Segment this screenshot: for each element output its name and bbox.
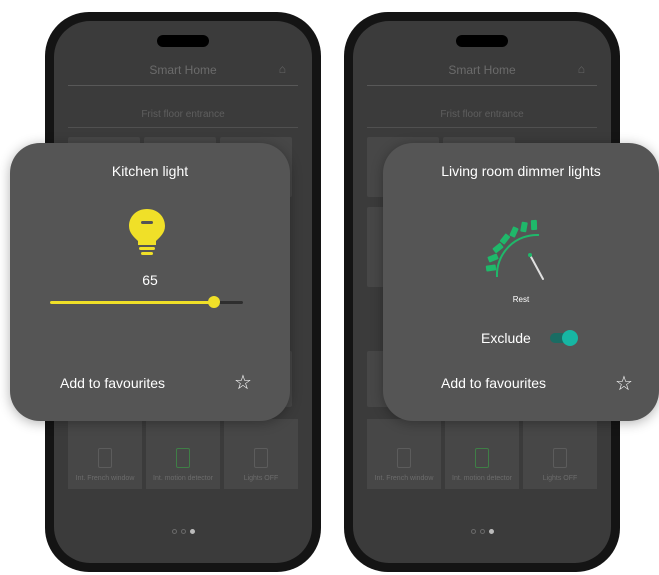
brightness-value: 65 bbox=[142, 272, 158, 288]
bulb-icon bbox=[129, 209, 165, 255]
device-row: Int. French window Int. motion detector … bbox=[367, 419, 597, 489]
phone-notch bbox=[157, 35, 209, 47]
app-title: Smart Home bbox=[448, 63, 516, 77]
device-tile[interactable]: Lights OFF bbox=[224, 419, 298, 489]
add-to-favourites[interactable]: Add to favourites bbox=[60, 375, 165, 391]
add-to-favourites[interactable]: Add to favourites bbox=[441, 375, 546, 391]
tile-label: Int. French window bbox=[374, 475, 434, 482]
kitchen-light-card: Kitchen light 65 Add to favourites ☆ bbox=[10, 143, 290, 421]
phone-notch bbox=[456, 35, 508, 47]
tile-label: Int. French window bbox=[75, 475, 135, 482]
divider bbox=[367, 127, 597, 128]
page-indicator bbox=[54, 521, 312, 539]
star-icon[interactable]: ☆ bbox=[615, 371, 633, 396]
divider bbox=[68, 127, 298, 128]
device-tile[interactable]: Lights OFF bbox=[523, 419, 597, 489]
tile-label: Int. motion detector bbox=[452, 475, 512, 482]
home-icon[interactable]: ⌂ bbox=[279, 62, 286, 76]
exclude-toggle[interactable] bbox=[550, 330, 578, 346]
gauge-icon[interactable] bbox=[483, 217, 555, 287]
star-icon[interactable]: ☆ bbox=[234, 370, 252, 395]
device-tile[interactable]: Int. French window bbox=[68, 419, 142, 489]
slider-thumb[interactable] bbox=[208, 296, 220, 308]
dimmer-status: Rest bbox=[512, 295, 530, 304]
floor-label: Frist floor entrance bbox=[141, 109, 225, 120]
dimmer-light-card: Living room dimmer lights Rest Exclude A… bbox=[383, 143, 659, 421]
exclude-label: Exclude bbox=[481, 330, 531, 346]
light-icon bbox=[254, 448, 268, 468]
divider bbox=[68, 85, 298, 86]
device-tile[interactable]: Int. French window bbox=[367, 419, 441, 489]
window-icon bbox=[397, 448, 411, 468]
device-tile[interactable]: Int. motion detector bbox=[445, 419, 519, 489]
toggle-knob bbox=[562, 330, 578, 346]
tile-label: Lights OFF bbox=[542, 475, 578, 482]
motion-icon bbox=[176, 448, 190, 468]
device-row: Int. French window Int. motion detector … bbox=[68, 419, 298, 489]
card-title: Kitchen light bbox=[111, 163, 189, 179]
home-icon[interactable]: ⌂ bbox=[578, 62, 585, 76]
motion-icon bbox=[475, 448, 489, 468]
app-title: Smart Home bbox=[149, 63, 217, 77]
card-title: Living room dimmer lights bbox=[441, 163, 601, 179]
divider bbox=[367, 85, 597, 86]
floor-label: Frist floor entrance bbox=[440, 109, 524, 120]
slider-fill bbox=[50, 301, 214, 304]
brightness-slider[interactable] bbox=[50, 296, 243, 308]
light-icon bbox=[553, 448, 567, 468]
window-icon bbox=[98, 448, 112, 468]
device-tile[interactable]: Int. motion detector bbox=[146, 419, 220, 489]
page-indicator bbox=[353, 521, 611, 539]
tile-label: Lights OFF bbox=[243, 475, 279, 482]
tile-label: Int. motion detector bbox=[153, 475, 213, 482]
